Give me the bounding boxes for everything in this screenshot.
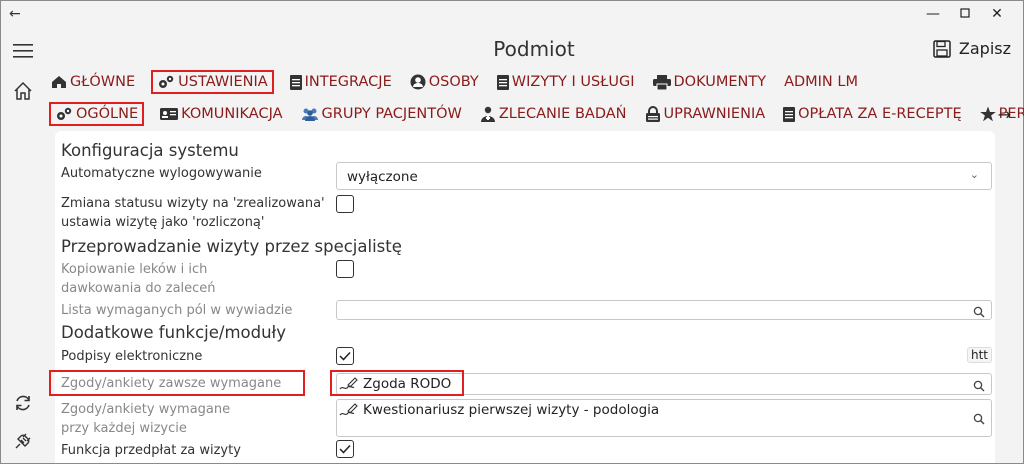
section-title: Dodatkowe funkcje/moduły xyxy=(61,323,287,342)
hamburger-menu-icon[interactable] xyxy=(11,39,35,63)
tab-label: OPŁATA ZA E-RECEPTĘ xyxy=(798,106,962,122)
subtab-grupy-pacjentow[interactable]: GRUPY PACJENTÓW xyxy=(299,102,464,126)
signature-pen-icon xyxy=(339,402,359,422)
required-fields-input[interactable] xyxy=(336,300,992,320)
consents-each-value: Kwestionariusz pierwszej wizyty - podolo… xyxy=(363,402,660,418)
auto-logout-value: wyłączone xyxy=(347,169,418,185)
scroll-right-arrow-icon[interactable]: → xyxy=(998,105,1011,124)
tab-osoby[interactable]: OSOBY xyxy=(408,70,481,94)
tab-integracje[interactable]: INTEGRACJE xyxy=(288,70,394,94)
contacts-icon xyxy=(160,107,179,121)
person-icon xyxy=(410,74,426,90)
e-signatures-label: Podpisy elektroniczne xyxy=(61,349,203,364)
app-window: ← — ✕ Podmiot Zapisz GŁÓWNE USTAWIENIA I… xyxy=(0,0,1024,464)
save-label: Zapisz xyxy=(958,39,1011,58)
home-icon[interactable] xyxy=(11,79,35,103)
tab-label: GŁÓWNE xyxy=(70,74,136,90)
doctor-icon xyxy=(480,106,496,122)
section-title: Przeprowadzanie wizyty przez specjalistę xyxy=(61,237,402,256)
subtab-uprawnienia[interactable]: UPRAWNIENIA xyxy=(643,102,768,126)
highlight-consents-value xyxy=(330,370,464,396)
consents-each-label-line2: przy każdej wizycie xyxy=(61,421,187,436)
tab-label: INTEGRACJE xyxy=(304,74,392,90)
gears-icon xyxy=(55,106,73,122)
checkmark-icon xyxy=(339,444,351,454)
tab-glowne[interactable]: GŁÓWNE xyxy=(49,70,137,94)
prepayment-label: Funkcja przedpłat za wizyty xyxy=(61,443,241,458)
tab-label: KOMUNIKACJA xyxy=(181,106,283,122)
search-icon[interactable] xyxy=(973,410,985,429)
subtab-oplata-za-e-recepte[interactable]: OPŁATA ZA E-RECEPTĘ xyxy=(781,102,964,126)
tab-label: OGÓLNE xyxy=(76,106,139,122)
chevron-down-icon: ⌄ xyxy=(969,168,979,181)
lock-icon xyxy=(645,106,661,122)
settings-panel: Konfiguracja systemu Automatyczne wylogo… xyxy=(55,131,995,463)
copy-meds-label-line2: dawkowania do zaleceń xyxy=(61,281,216,296)
minimize-icon[interactable]: — xyxy=(921,6,945,22)
status-change-label-line2: ustawia wizytę jako 'rozliczoną' xyxy=(61,215,265,230)
consents-each-input[interactable]: Kwestionariusz pierwszej wizyty - podolo… xyxy=(336,399,992,437)
main-tabs: GŁÓWNE USTAWIENIA INTEGRACJE OSOBY WIZYT… xyxy=(49,70,874,94)
consents-each-label-line1: Zgody/ankiety wymagane xyxy=(61,402,231,417)
main-panel: Podmiot Zapisz GŁÓWNE USTAWIENIA INTEGRA… xyxy=(45,31,1024,463)
back-arrow-icon[interactable]: ← xyxy=(9,6,21,22)
printer-icon xyxy=(652,74,671,90)
status-change-checkbox[interactable] xyxy=(336,195,354,213)
subtab-zlecanie-badan[interactable]: ZLECANIE BADAŃ xyxy=(478,102,629,126)
document-icon xyxy=(289,74,302,90)
subtab-ogolne[interactable]: OGÓLNE xyxy=(49,102,145,126)
maximize-icon[interactable] xyxy=(953,6,977,22)
tab-label: USTAWIENIA xyxy=(178,74,268,90)
save-button[interactable]: Zapisz xyxy=(933,39,1011,58)
search-icon[interactable] xyxy=(973,377,985,396)
sub-tabs: OGÓLNE KOMUNIKACJA GRUPY PACJENTÓW ZLECA… xyxy=(49,102,1024,126)
tab-dokumenty[interactable]: DOKUMENTY xyxy=(651,70,769,94)
tab-label: GRUPY PACJENTÓW xyxy=(321,106,462,122)
close-icon[interactable]: ✕ xyxy=(985,6,1009,22)
plug-icon[interactable] xyxy=(11,429,35,453)
tooltip-fragment: htt xyxy=(967,347,993,363)
group-icon xyxy=(301,107,319,121)
floppy-disk-icon xyxy=(933,39,951,58)
status-change-label-line1: Zmiana statusu wizyty na 'zrealizowana' xyxy=(61,196,325,211)
copy-meds-checkbox[interactable] xyxy=(336,260,354,278)
gears-icon xyxy=(157,74,175,90)
tab-label: ADMIN LM xyxy=(784,74,858,90)
prepayment-checkbox[interactable] xyxy=(336,440,354,458)
auto-logout-label: Automatyczne wylogowywanie xyxy=(61,166,262,181)
required-fields-label: Lista wymaganych pól w wywiadzie xyxy=(61,303,293,318)
subtab-komunikacja[interactable]: KOMUNIKACJA xyxy=(158,102,284,126)
sync-icon[interactable] xyxy=(11,391,35,415)
title-bar: ← — ✕ xyxy=(1,1,1023,31)
tab-ustawienia[interactable]: USTAWIENIA xyxy=(151,70,274,94)
page-title: Podmiot xyxy=(493,37,575,61)
tab-label: OSOBY xyxy=(428,74,479,90)
highlight-consents-label xyxy=(49,370,305,396)
home-icon xyxy=(51,75,67,89)
section-title: Konfiguracja systemu xyxy=(61,141,239,160)
tab-label: ZLECANIE BADAŃ xyxy=(498,106,627,122)
auto-logout-select[interactable]: wyłączone ⌄ xyxy=(336,162,992,190)
left-sidebar xyxy=(1,31,45,463)
tab-label: UPRAWNIENIA xyxy=(663,106,766,122)
star-icon xyxy=(979,106,996,122)
tab-admin-lm[interactable]: ADMIN LM xyxy=(782,70,860,94)
search-icon[interactable] xyxy=(973,303,985,322)
checkmark-icon xyxy=(339,351,351,361)
tab-label: DOKUMENTY xyxy=(673,74,767,90)
tab-label: WIZYTY I USŁUGI xyxy=(511,74,635,90)
e-signatures-checkbox[interactable] xyxy=(336,347,354,365)
document-icon xyxy=(783,106,796,122)
document-icon xyxy=(496,74,509,90)
copy-meds-label-line1: Kopiowanie leków i ich xyxy=(61,262,208,277)
tab-wizyty-i-uslugi[interactable]: WIZYTY I USŁUGI xyxy=(495,70,637,94)
